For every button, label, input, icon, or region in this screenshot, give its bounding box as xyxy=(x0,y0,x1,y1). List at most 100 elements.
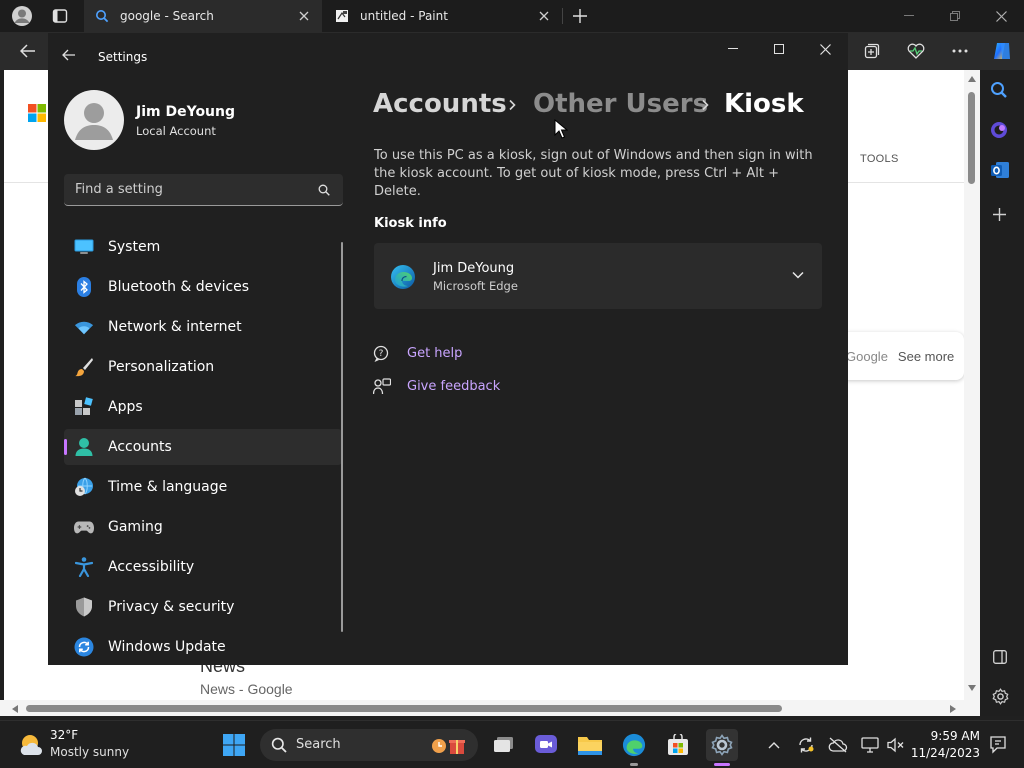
give-feedback-link[interactable]: Give feedback xyxy=(407,379,500,394)
close-tab-icon[interactable] xyxy=(536,8,552,24)
nav-item-windows-update[interactable]: Windows Update xyxy=(64,629,342,665)
settings-taskbar-icon[interactable] xyxy=(706,729,738,761)
nav-label: Privacy & security xyxy=(108,599,235,615)
edge-sidebar xyxy=(980,70,1024,716)
see-more-card[interactable]: Google See more xyxy=(840,332,964,380)
taskbar-search-icon xyxy=(271,737,287,753)
apps-icon xyxy=(74,397,94,417)
nav-label: Apps xyxy=(108,399,143,415)
nav-item-bluetooth-devices[interactable]: Bluetooth & devices xyxy=(64,269,342,305)
search-icon xyxy=(94,8,110,24)
sidebar-add-icon[interactable] xyxy=(993,208,1006,221)
news-source[interactable]: News - Google xyxy=(200,681,293,697)
collections-icon[interactable] xyxy=(860,39,884,63)
teams-meet-icon[interactable] xyxy=(530,729,562,761)
new-tab-icon[interactable] xyxy=(568,4,592,28)
kiosk-description: To use this PC as a kiosk, sign out of W… xyxy=(374,148,813,199)
scroll-left-arrow-icon[interactable] xyxy=(12,705,18,713)
page-vertical-scroll-thumb[interactable] xyxy=(968,92,975,184)
file-explorer-icon[interactable] xyxy=(574,729,606,761)
browser-essentials-icon[interactable] xyxy=(904,39,928,63)
weather-condition[interactable]: Mostly sunny xyxy=(50,745,129,759)
tab-actions-icon[interactable] xyxy=(48,4,72,28)
settings-back-icon[interactable] xyxy=(62,49,76,61)
scroll-up-arrow-icon[interactable] xyxy=(968,76,976,82)
weather-temperature[interactable]: 32°F xyxy=(50,728,78,742)
browser-close-icon[interactable] xyxy=(978,0,1024,32)
kiosk-app-name: Microsoft Edge xyxy=(433,279,518,293)
show-hidden-icons-chevron-up-icon[interactable] xyxy=(764,735,784,755)
sync-icon[interactable] xyxy=(796,735,816,755)
google-logo: Google xyxy=(846,348,888,364)
search-icon[interactable] xyxy=(318,184,330,196)
tab-google-search[interactable]: google - Search xyxy=(84,0,322,32)
get-help-link[interactable]: Get help xyxy=(407,346,462,361)
sidebar-outlook-icon[interactable] xyxy=(990,161,1010,179)
close-tab-icon[interactable] xyxy=(296,8,312,24)
mouse-cursor-icon xyxy=(554,119,568,139)
settings-title: Settings xyxy=(98,50,148,64)
notifications-icon[interactable] xyxy=(988,735,1008,755)
sidebar-settings-icon[interactable] xyxy=(992,688,1009,705)
nav-label: System xyxy=(108,239,161,255)
svg-text:?: ? xyxy=(379,349,384,359)
scroll-down-arrow-icon[interactable] xyxy=(968,685,976,691)
weather-icon[interactable] xyxy=(18,733,44,757)
nav-scrollbar[interactable] xyxy=(341,242,343,632)
nav-item-accounts[interactable]: Accounts xyxy=(64,429,342,465)
nav-item-personalization[interactable]: Personalization xyxy=(64,349,342,385)
search-highlight-icon xyxy=(430,735,466,755)
nav-item-network-internet[interactable]: Network & internet xyxy=(64,309,342,345)
tools-tab[interactable]: TOOLS xyxy=(860,153,899,165)
see-more-link[interactable]: See more xyxy=(898,349,954,364)
settings-window: Settings Jim DeYoung Local Account Find … xyxy=(48,33,848,665)
microsoft-store-icon[interactable] xyxy=(662,729,694,761)
microsoft-logo-icon xyxy=(28,104,46,122)
task-view-icon[interactable] xyxy=(488,729,520,761)
taskbar-search-label: Search xyxy=(296,737,341,752)
sidebar-hide-icon[interactable] xyxy=(993,650,1007,664)
tab-paint[interactable]: untitled - Paint xyxy=(324,0,562,32)
gamepad-icon xyxy=(74,517,94,537)
user-avatar[interactable] xyxy=(64,90,124,150)
nav-item-privacy-security[interactable]: Privacy & security xyxy=(64,589,342,625)
edge-running-indicator xyxy=(630,763,638,766)
breadcrumb-other-users[interactable]: Other Users xyxy=(533,89,708,119)
scroll-right-arrow-icon[interactable] xyxy=(950,705,956,713)
nav-item-gaming[interactable]: Gaming xyxy=(64,509,342,545)
nav-label: Time & language xyxy=(108,479,228,495)
profile-avatar-icon[interactable] xyxy=(10,4,34,28)
back-arrow-icon[interactable] xyxy=(16,39,40,63)
kiosk-info-card[interactable]: Jim DeYoung Microsoft Edge xyxy=(374,243,822,309)
brush-icon xyxy=(74,357,94,377)
edge-taskbar-icon[interactable] xyxy=(618,729,650,761)
browser-restore-icon[interactable] xyxy=(932,0,978,32)
paint-icon xyxy=(334,8,350,24)
start-button-windows-icon[interactable] xyxy=(218,729,250,761)
nav-item-system[interactable]: System xyxy=(64,229,342,265)
sidebar-search-icon[interactable] xyxy=(990,81,1008,99)
display-icon[interactable] xyxy=(860,735,880,755)
settings-maximize-icon[interactable] xyxy=(756,33,802,65)
cloud-offline-icon[interactable] xyxy=(828,735,848,755)
clock-time[interactable]: 9:59 AM xyxy=(918,729,980,743)
clock-date[interactable]: 11/24/2023 xyxy=(908,746,980,760)
expand-chevron-down-icon[interactable] xyxy=(792,271,804,279)
breadcrumb-chevron-icon xyxy=(702,99,709,111)
settings-close-icon[interactable] xyxy=(802,33,848,65)
settings-minimize-icon[interactable] xyxy=(710,33,756,65)
sidebar-copilot-icon[interactable] xyxy=(990,121,1008,139)
volume-muted-icon[interactable] xyxy=(886,735,906,755)
find-setting-search[interactable]: Find a setting xyxy=(64,174,343,206)
nav-item-accessibility[interactable]: Accessibility xyxy=(64,549,342,585)
breadcrumb-accounts[interactable]: Accounts xyxy=(373,89,507,119)
globe-clock-icon xyxy=(74,477,94,497)
taskbar-search-box[interactable]: Search xyxy=(260,729,478,761)
copilot-icon[interactable] xyxy=(990,39,1014,63)
nav-item-apps[interactable]: Apps xyxy=(64,389,342,425)
nav-item-time-language[interactable]: Time & language xyxy=(64,469,342,505)
page-horizontal-scroll-thumb[interactable] xyxy=(26,705,782,712)
accessibility-icon xyxy=(74,557,94,577)
more-options-icon[interactable] xyxy=(948,39,972,63)
browser-minimize-icon[interactable] xyxy=(886,0,932,32)
